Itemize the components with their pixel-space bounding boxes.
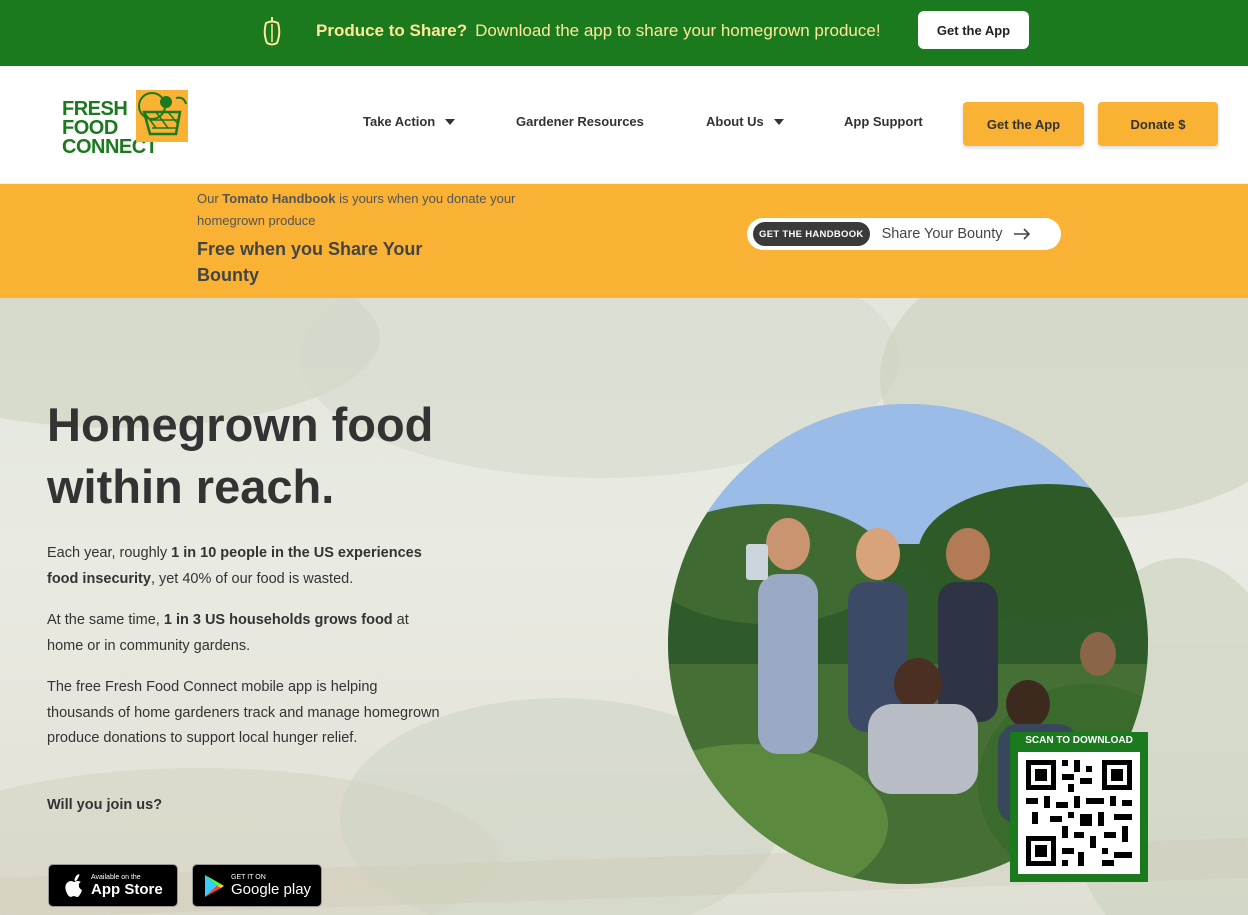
google-play-badge[interactable]: GET IT ON Google play [192, 864, 322, 907]
share-bounty-button[interactable]: GET THE HANDBOOK Share Your Bounty [747, 218, 1061, 250]
hero-call-to-join: Will you join us? [47, 797, 163, 813]
logo[interactable]: FRESH FOOD CONNECT [60, 88, 190, 163]
google-play-icon [205, 874, 224, 897]
nav-app-support[interactable]: App Support [844, 114, 923, 129]
chevron-down-icon [445, 118, 456, 125]
promo-title: Produce to Share? [316, 21, 468, 40]
site-header: FRESH FOOD CONNECT Take Action Gardener … [0, 66, 1248, 184]
handbook-banner: Our Tomato Handbook is yours when you do… [0, 184, 1248, 298]
basket-icon [136, 90, 188, 142]
hero-paragraph-1: Each year, roughly 1 in 10 people in the… [47, 545, 422, 587]
promo-content: Produce to Share? Download the app to sh… [258, 14, 881, 48]
hero-heading: Homegrown food within reach. [47, 398, 434, 513]
donate-button[interactable]: Donate $ [1098, 102, 1218, 146]
promo-get-app-button[interactable]: Get the App [918, 11, 1029, 49]
nav-take-action[interactable]: Take Action [363, 114, 456, 129]
arrow-right-icon [1013, 228, 1030, 240]
handbook-name: Tomato Handbook [222, 191, 336, 206]
apple-icon [65, 873, 82, 897]
app-store-badge[interactable]: Available on the App Store [48, 864, 178, 907]
nav-about-us[interactable]: About Us [706, 114, 784, 129]
qr-label: SCAN TO DOWNLOAD [1025, 735, 1133, 746]
hero-paragraph-3: The free Fresh Food Connect mobile app i… [47, 679, 440, 746]
hero-section: Homegrown food within reach. Each year, … [0, 298, 1248, 915]
header-get-app-button[interactable]: Get the App [963, 102, 1084, 146]
qr-code-panel[interactable]: SCAN TO DOWNLOAD [1010, 732, 1148, 882]
chevron-down-icon [773, 118, 784, 125]
qr-code-icon [1018, 752, 1140, 874]
promo-text: Download the app to share your homegrown… [475, 21, 881, 40]
banner-description: Our Tomato Handbook is yours when you do… [197, 191, 516, 228]
nav-gardener-resources[interactable]: Gardener Resources [516, 114, 644, 129]
handbook-tag: GET THE HANDBOOK [753, 222, 870, 246]
share-bounty-label: Share Your Bounty [881, 226, 1003, 242]
hero-paragraph-2: At the same time, 1 in 3 US households g… [47, 612, 409, 654]
pepper-icon [263, 17, 281, 46]
banner-headline: Free when you Share Your Bounty [197, 239, 423, 285]
promo-bar: Produce to Share? Download the app to sh… [0, 0, 1248, 66]
